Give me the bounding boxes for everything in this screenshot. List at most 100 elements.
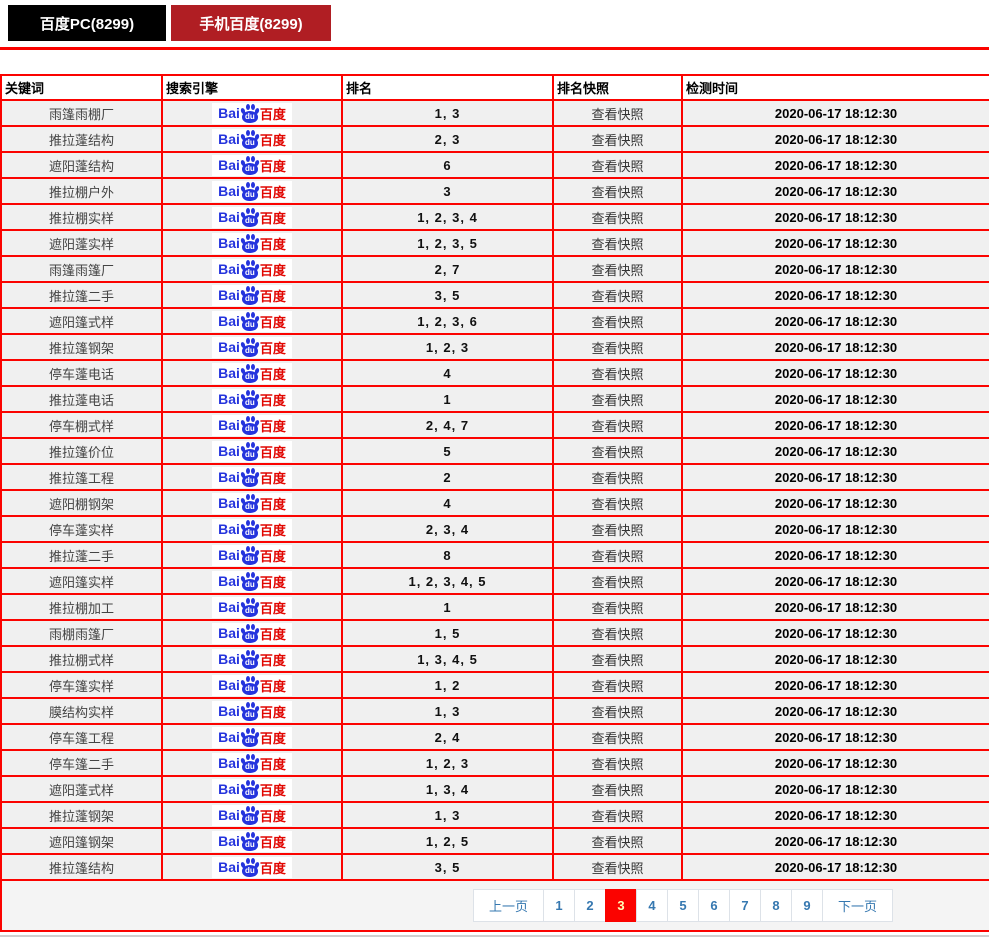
- view-snapshot-link[interactable]: 查看快照: [591, 627, 643, 642]
- pagination-page-7[interactable]: 7: [729, 889, 761, 922]
- view-snapshot-link[interactable]: 查看快照: [591, 341, 643, 356]
- view-snapshot-link[interactable]: 查看快照: [591, 575, 643, 590]
- view-snapshot-link[interactable]: 查看快照: [591, 211, 643, 226]
- pagination-page-3-active[interactable]: 3: [605, 889, 637, 922]
- tab-baidu-pc[interactable]: 百度PC(8299): [8, 5, 166, 41]
- pagination-row: 上一页 1 2 3 4 5 6 7 8 9 下一页: [0, 879, 989, 932]
- table-row: 停车蓬实样 Bai du 百度 2, 3, 4 查看快照 2020-06-17 …: [0, 515, 989, 543]
- check-time-cell: 2020-06-17 18:12:30: [681, 229, 989, 257]
- baidu-logo[interactable]: Bai du 百度: [212, 180, 292, 202]
- view-snapshot-link[interactable]: 查看快照: [591, 653, 643, 668]
- table-row: 推拉棚加工 Bai du 百度 1 查看快照 2020-06-17 18:12:…: [0, 593, 989, 621]
- view-snapshot-link[interactable]: 查看快照: [591, 497, 643, 512]
- view-snapshot-link[interactable]: 查看快照: [591, 601, 643, 616]
- view-snapshot-link[interactable]: 查看快照: [591, 107, 643, 122]
- baidu-logo[interactable]: Bai du 百度: [212, 518, 292, 540]
- baidu-logo[interactable]: Bai du 百度: [212, 544, 292, 566]
- view-snapshot-link[interactable]: 查看快照: [591, 809, 643, 824]
- view-snapshot-link[interactable]: 查看快照: [591, 263, 643, 278]
- view-snapshot-link[interactable]: 查看快照: [591, 367, 643, 382]
- view-snapshot-link[interactable]: 查看快照: [591, 835, 643, 850]
- ranking-cell: 3, 5: [341, 853, 554, 881]
- baidu-logo[interactable]: Bai du 百度: [212, 700, 292, 722]
- baidu-logo[interactable]: Bai du 百度: [212, 648, 292, 670]
- baidu-logo[interactable]: Bai du 百度: [212, 830, 292, 852]
- table-row: 遮阳篷实样 Bai du 百度 1, 2, 3, 4, 5 查看快照 2020-…: [0, 567, 989, 595]
- baidu-logo[interactable]: Bai du 百度: [212, 102, 292, 124]
- table-row: 推拉篷工程 Bai du 百度 2 查看快照 2020-06-17 18:12:…: [0, 463, 989, 491]
- baidu-logo-du-text: du: [245, 267, 255, 277]
- view-snapshot-link[interactable]: 查看快照: [591, 523, 643, 538]
- view-snapshot-link[interactable]: 查看快照: [591, 237, 643, 252]
- check-time-cell: 2020-06-17 18:12:30: [681, 567, 989, 595]
- view-snapshot-link[interactable]: 查看快照: [591, 679, 643, 694]
- baidu-logo[interactable]: Bai du 百度: [212, 284, 292, 306]
- view-snapshot-link[interactable]: 查看快照: [591, 185, 643, 200]
- baidu-logo-du-text: du: [245, 839, 255, 849]
- baidu-logo[interactable]: Bai du 百度: [212, 570, 292, 592]
- baidu-logo[interactable]: Bai du 百度: [212, 622, 292, 644]
- view-snapshot-link[interactable]: 查看快照: [591, 783, 643, 798]
- baidu-logo[interactable]: Bai du 百度: [212, 466, 292, 488]
- ranking-cell: 3: [341, 177, 554, 205]
- keyword-cell: 遮阳篷实样: [0, 567, 163, 595]
- view-snapshot-link[interactable]: 查看快照: [591, 549, 643, 564]
- view-snapshot-link[interactable]: 查看快照: [591, 289, 643, 304]
- view-snapshot-link[interactable]: 查看快照: [591, 731, 643, 746]
- baidu-logo[interactable]: Bai du 百度: [212, 388, 292, 410]
- baidu-logo-du-text: du: [245, 345, 255, 355]
- baidu-logo[interactable]: Bai du 百度: [212, 596, 292, 618]
- pagination-page-2[interactable]: 2: [574, 889, 606, 922]
- baidu-logo-cn-text: 百度: [259, 626, 286, 642]
- baidu-paw-icon: du: [239, 441, 260, 461]
- view-snapshot-link[interactable]: 查看快照: [591, 393, 643, 408]
- view-snapshot-link[interactable]: 查看快照: [591, 757, 643, 772]
- pagination-prev-button[interactable]: 上一页: [473, 889, 544, 922]
- view-snapshot-link[interactable]: 查看快照: [591, 861, 643, 876]
- baidu-logo[interactable]: Bai du 百度: [212, 232, 292, 254]
- pagination-page-8[interactable]: 8: [760, 889, 792, 922]
- baidu-logo[interactable]: Bai du 百度: [212, 752, 292, 774]
- check-time-cell: 2020-06-17 18:12:30: [681, 541, 989, 569]
- baidu-logo[interactable]: Bai du 百度: [212, 492, 292, 514]
- baidu-logo[interactable]: Bai du 百度: [212, 362, 292, 384]
- pagination-page-4[interactable]: 4: [636, 889, 668, 922]
- table-row: 膜结构实样 Bai du 百度 1, 3 查看快照 2020-06-17 18:…: [0, 697, 989, 725]
- baidu-logo-du-text: du: [245, 241, 255, 251]
- baidu-logo[interactable]: Bai du 百度: [212, 336, 292, 358]
- view-snapshot-link[interactable]: 查看快照: [591, 159, 643, 174]
- view-snapshot-link[interactable]: 查看快照: [591, 471, 643, 486]
- view-snapshot-link[interactable]: 查看快照: [591, 315, 643, 330]
- view-snapshot-link[interactable]: 查看快照: [591, 705, 643, 720]
- baidu-logo[interactable]: Bai du 百度: [212, 726, 292, 748]
- view-snapshot-link[interactable]: 查看快照: [591, 133, 643, 148]
- baidu-logo[interactable]: Bai du 百度: [212, 414, 292, 436]
- view-snapshot-link[interactable]: 查看快照: [591, 419, 643, 434]
- table-row: 推拉篷钢架 Bai du 百度 1, 2, 3 查看快照 2020-06-17 …: [0, 333, 989, 361]
- baidu-logo[interactable]: Bai du 百度: [212, 856, 292, 878]
- pagination-page-1[interactable]: 1: [543, 889, 575, 922]
- pagination-page-9[interactable]: 9: [791, 889, 823, 922]
- pagination: 上一页 1 2 3 4 5 6 7 8 9 下一页: [2, 889, 989, 922]
- tab-baidu-mobile[interactable]: 手机百度(8299): [171, 5, 331, 41]
- baidu-logo[interactable]: Bai du 百度: [212, 440, 292, 462]
- baidu-logo-cn-text: 百度: [259, 340, 286, 356]
- view-snapshot-link[interactable]: 查看快照: [591, 445, 643, 460]
- baidu-logo[interactable]: Bai du 百度: [212, 258, 292, 280]
- baidu-logo[interactable]: Bai du 百度: [212, 128, 292, 150]
- pagination-page-5[interactable]: 5: [667, 889, 699, 922]
- pagination-next-button[interactable]: 下一页: [822, 889, 893, 922]
- baidu-paw-icon: du: [239, 363, 260, 383]
- ranking-cell: 1, 3, 4: [341, 775, 554, 803]
- pagination-page-6[interactable]: 6: [698, 889, 730, 922]
- baidu-logo[interactable]: Bai du 百度: [212, 206, 292, 228]
- baidu-logo[interactable]: Bai du 百度: [212, 778, 292, 800]
- snapshot-cell: 查看快照: [552, 177, 683, 205]
- baidu-logo[interactable]: Bai du 百度: [212, 310, 292, 332]
- keyword-cell: 遮阳蓬式样: [0, 775, 163, 803]
- baidu-logo-bai-text: Bai: [218, 547, 240, 563]
- baidu-logo[interactable]: Bai du 百度: [212, 154, 292, 176]
- baidu-logo[interactable]: Bai du 百度: [212, 804, 292, 826]
- baidu-logo[interactable]: Bai du 百度: [212, 674, 292, 696]
- check-time-cell: 2020-06-17 18:12:30: [681, 463, 989, 491]
